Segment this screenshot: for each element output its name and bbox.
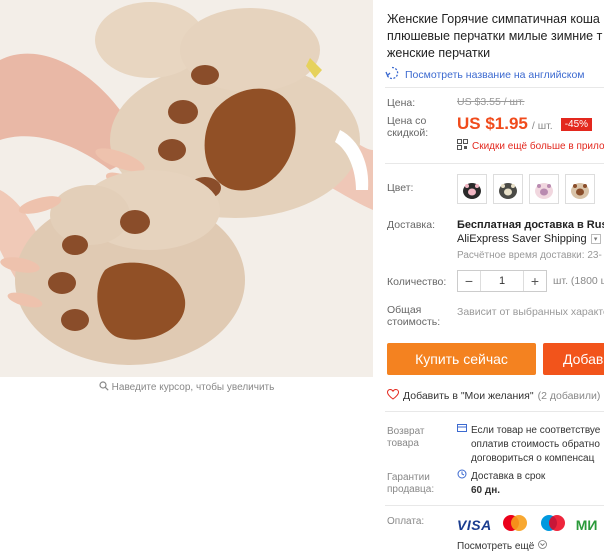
total-label: Общая стоимость: bbox=[387, 304, 440, 328]
color-swatch[interactable] bbox=[493, 174, 523, 204]
return-policy-icon bbox=[457, 423, 469, 438]
return-policy-text: Если товар не соответствуе оплатив стоим… bbox=[457, 423, 600, 466]
chevron-down-icon bbox=[538, 540, 548, 552]
divider bbox=[385, 163, 604, 164]
seller-guarantee-days: 60 дн. bbox=[471, 485, 501, 496]
discount-price-label: Цена со скидкой: bbox=[387, 115, 428, 139]
paw-gloves-illustration bbox=[0, 0, 373, 377]
color-swatch[interactable] bbox=[529, 174, 559, 204]
quantity-stepper: − 1 + bbox=[457, 270, 547, 292]
maestro-logo bbox=[538, 514, 568, 535]
return-policy-line: договориться о компенсац bbox=[471, 453, 595, 464]
translate-icon bbox=[385, 66, 399, 83]
divider bbox=[385, 411, 604, 412]
payment-methods: VISA МИ bbox=[457, 514, 597, 535]
more-payment-text: Посмотреть ещё bbox=[457, 540, 535, 552]
chevron-down-icon: ▾ bbox=[590, 234, 601, 244]
add-to-wishlist-link[interactable]: Добавить в "Мои желания" (2 добавили) bbox=[386, 388, 601, 403]
quantity-label: Количество: bbox=[387, 276, 447, 288]
product-title-line: женские перчатки bbox=[387, 46, 491, 60]
discount-price-label-line: скидкой: bbox=[387, 127, 429, 139]
total-label-line: Общая bbox=[387, 304, 422, 316]
add-to-cart-button[interactable]: Добав bbox=[543, 343, 604, 375]
app-discount-text: Скидки ещё больше в прило bbox=[472, 140, 604, 152]
color-options bbox=[457, 174, 595, 204]
price-label: Цена: bbox=[387, 97, 416, 109]
seller-guarantee-label: Гарантии продавца: bbox=[387, 472, 434, 496]
wishlist-count: (2 добавили) bbox=[537, 390, 601, 402]
shipping-method-text: AliExpress Saver Shipping bbox=[457, 233, 587, 245]
total-value: Зависит от выбранных характе bbox=[457, 306, 604, 318]
mastercard-logo bbox=[500, 514, 530, 535]
payment-label: Оплата: bbox=[387, 516, 425, 527]
quantity-decrease-button[interactable]: − bbox=[458, 271, 480, 291]
discounted-price-row: US $1.95 / шт. -45% bbox=[457, 114, 593, 134]
divider bbox=[385, 87, 604, 88]
divider bbox=[385, 505, 604, 506]
shipping-estimate: Расчётное время доставки: 23- bbox=[457, 250, 602, 261]
quantity-input[interactable]: 1 bbox=[480, 271, 524, 291]
quantity-available: шт. (1800 шт bbox=[553, 275, 604, 287]
seller-guarantee-text: Доставка в срок 60 дн. bbox=[457, 469, 545, 498]
shipping-label: Доставка: bbox=[387, 219, 436, 231]
app-discount-link[interactable]: Скидки ещё больше в прило bbox=[457, 139, 604, 153]
qr-code-icon bbox=[457, 139, 468, 153]
product-info-panel: Женские Горячие симпатичная коша плюшевы… bbox=[380, 0, 604, 556]
visa-logo: VISA bbox=[457, 516, 492, 533]
quantity-increase-button[interactable]: + bbox=[524, 271, 546, 291]
seller-guarantee-label-line: Гарантии bbox=[387, 472, 430, 483]
color-swatch[interactable] bbox=[565, 174, 595, 204]
discounted-price: US $1.95 bbox=[457, 114, 528, 133]
wishlist-label: Добавить в "Мои желания" bbox=[403, 390, 534, 402]
total-label-line: стоимость: bbox=[387, 316, 441, 328]
discount-price-label-line: Цена со bbox=[387, 115, 427, 127]
return-label-line: товара bbox=[387, 438, 419, 449]
return-label: Возврат товара bbox=[387, 426, 425, 450]
mir-logo: МИ bbox=[575, 516, 598, 533]
return-policy-line: Если товар не соответствуе bbox=[471, 425, 601, 436]
magnifier-icon bbox=[99, 381, 109, 394]
seller-guarantee-line: Доставка в срок bbox=[471, 471, 546, 482]
color-label: Цвет: bbox=[387, 182, 414, 194]
product-main-image[interactable] bbox=[0, 0, 373, 377]
product-title: Женские Горячие симпатичная коша плюшевы… bbox=[387, 11, 604, 62]
color-swatch[interactable] bbox=[457, 174, 487, 204]
zoom-hint: Наведите курсор, чтобы увеличить bbox=[0, 381, 373, 394]
old-price: US $3.55 / шт. bbox=[457, 96, 525, 108]
translate-title-link[interactable]: Посмотреть название на английском bbox=[385, 66, 585, 83]
quantity-row: − 1 + шт. (1800 шт bbox=[457, 270, 604, 292]
zoom-hint-text: Наведите курсор, чтобы увеличить bbox=[111, 382, 275, 393]
price-unit: / шт. bbox=[531, 120, 553, 132]
discount-badge: -45% bbox=[560, 118, 593, 131]
return-label-line: Возврат bbox=[387, 426, 425, 437]
product-title-line: плюшевые перчатки милые зимние т bbox=[387, 29, 603, 43]
shipping-free-text: Бесплатная доставка в Russia bbox=[457, 219, 604, 231]
translate-link-text: Посмотреть название на английском bbox=[405, 68, 585, 81]
clock-icon bbox=[457, 469, 469, 484]
return-policy-line: оплатив стоимость обратно bbox=[471, 439, 600, 450]
product-title-line: Женские Горячие симпатичная коша bbox=[387, 12, 600, 26]
buy-now-button[interactable]: Купить сейчас bbox=[387, 343, 536, 375]
shipping-method-select[interactable]: AliExpress Saver Shipping ▾ bbox=[457, 233, 601, 245]
more-payment-link[interactable]: Посмотреть ещё bbox=[457, 540, 548, 552]
seller-guarantee-label-line: продавца: bbox=[387, 484, 435, 495]
heart-icon bbox=[386, 388, 400, 403]
